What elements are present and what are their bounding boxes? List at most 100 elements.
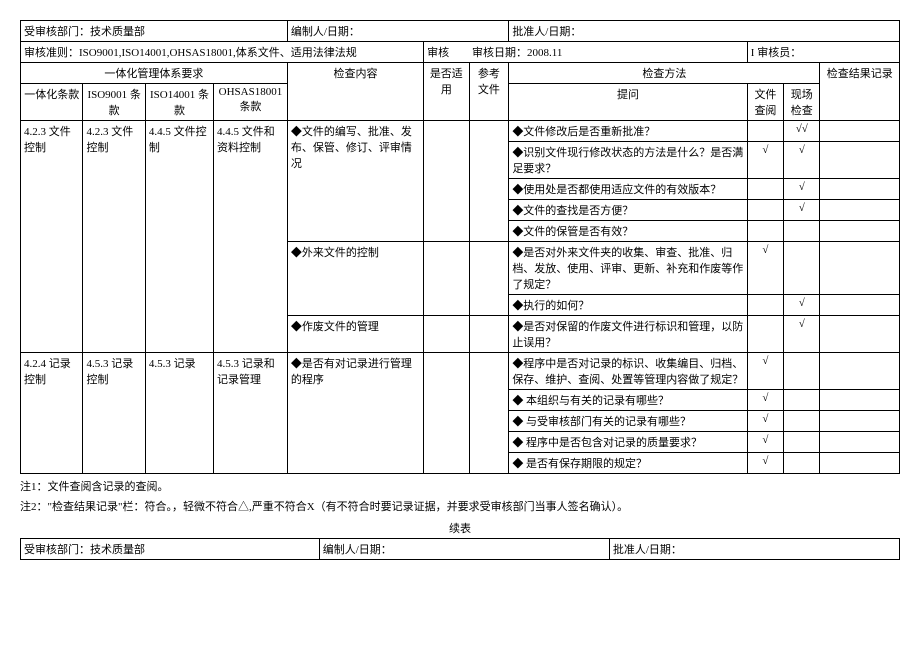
- docrev-cell: √: [747, 411, 783, 432]
- question-cell: ◆是否对保留的作废文件进行标识和管理，以防止误用？: [509, 316, 747, 353]
- question-cell: ◆执行的如何？: [509, 295, 747, 316]
- th-ref: 参考文件: [469, 63, 509, 121]
- clause-cell: 4.5.3 记录控制: [83, 353, 145, 474]
- result-cell: [820, 390, 900, 411]
- dept-cell: 受审核部门：技术质量部: [21, 21, 288, 42]
- dept-label: 受审核部门：: [24, 26, 90, 38]
- audit-date-value: 2008.11: [527, 47, 562, 59]
- question-cell: ◆使用处是否都使用适应文件的有效版本？: [509, 179, 747, 200]
- site-cell: √: [784, 179, 820, 200]
- th-result: 检查结果记录: [820, 63, 900, 121]
- docrev-cell: √: [747, 142, 783, 179]
- th-group1: 一体化管理体系要求: [21, 63, 288, 84]
- content-cell: ◆作废文件的管理: [287, 316, 423, 353]
- site-cell: [784, 411, 820, 432]
- criteria-label: 审核准则：: [24, 47, 79, 59]
- th-apply: 是否适用: [424, 63, 469, 121]
- th-int: 一体化条款: [21, 84, 83, 121]
- footer-preparer: 编制人/日期：: [319, 539, 609, 560]
- question-cell: ◆ 与受审核部门有关的记录有哪些？: [509, 411, 747, 432]
- docrev-cell: √: [747, 390, 783, 411]
- site-cell: √: [784, 200, 820, 221]
- audit-mid: 审核: [424, 42, 469, 63]
- docrev-cell: [747, 121, 783, 142]
- result-cell: [820, 142, 900, 179]
- result-cell: [820, 316, 900, 353]
- clause-cell: 4.2.3 文件控制: [21, 121, 83, 353]
- clause-cell: 4.4.5 文件控制: [145, 121, 213, 353]
- site-cell: [784, 453, 820, 474]
- ref-cell: [469, 316, 509, 353]
- site-cell: [784, 353, 820, 390]
- footer-dept: 受审核部门：技术质量部: [21, 539, 320, 560]
- approver-cell: 批准人/日期：: [509, 21, 900, 42]
- question-cell: ◆程序中是否对记录的标识、收集编目、归档、保存、维护、查阅、处置等管理内容做了规…: [509, 353, 747, 390]
- th-group2: 检查方法: [509, 63, 820, 84]
- ref-cell: [469, 121, 509, 242]
- preparer-label: 编制人/日期：: [291, 26, 360, 38]
- th-content: 检查内容: [287, 63, 423, 121]
- docrev-cell: [747, 295, 783, 316]
- clause-cell: 4.5.3 记录: [145, 353, 213, 474]
- approver-label: 批准人/日期：: [512, 26, 581, 38]
- docrev-cell: [747, 200, 783, 221]
- dept-value: 技术质量部: [90, 26, 145, 38]
- result-cell: [820, 453, 900, 474]
- result-cell: [820, 179, 900, 200]
- docrev-cell: [747, 221, 783, 242]
- site-cell: √: [784, 295, 820, 316]
- audit-date-label: 审核日期：: [472, 47, 527, 59]
- ref-cell: [469, 353, 509, 474]
- ref-cell: [469, 242, 509, 316]
- result-cell: [820, 432, 900, 453]
- clause-cell: 4.5.3 记录和记录管理: [214, 353, 288, 474]
- site-cell: √√: [784, 121, 820, 142]
- clause-cell: 4.2.3 文件控制: [83, 121, 145, 353]
- site-cell: √: [784, 316, 820, 353]
- table-body: 4.2.3 文件控制4.2.3 文件控制4.4.5 文件控制4.4.5 文件和资…: [21, 121, 900, 474]
- th-iso14: ISO14001 条款: [145, 84, 213, 121]
- footer-approver: 批准人/日期：: [609, 539, 899, 560]
- site-cell: [784, 432, 820, 453]
- auditor-cell: I 审核员：: [747, 42, 899, 63]
- apply-cell: [424, 242, 469, 316]
- content-cell: ◆是否有对记录进行管理的程序: [287, 353, 423, 474]
- content-cell: ◆文件的编写、批准、发布、保管、修订、评审情况: [287, 121, 423, 242]
- result-cell: [820, 353, 900, 390]
- note2: 注2："检查结果记录"栏：符合。，轻微不符合△,严重不符合X（有不符合时要记录证…: [20, 498, 900, 514]
- criteria-value: ISO9001,ISO14001,OHSAS18001,体系文件、适用法律法规: [79, 47, 357, 59]
- result-cell: [820, 121, 900, 142]
- docrev-cell: [747, 316, 783, 353]
- footer-table: 受审核部门：技术质量部 编制人/日期： 批准人/日期：: [20, 538, 900, 560]
- auditor-label: 审核员：: [757, 47, 801, 59]
- auditor-prefix: I: [751, 47, 755, 59]
- docrev-cell: √: [747, 453, 783, 474]
- clause-cell: 4.4.5 文件和资料控制: [214, 121, 288, 353]
- docrev-cell: [747, 179, 783, 200]
- content-cell: ◆外来文件的控制: [287, 242, 423, 316]
- th-iso9: ISO9001 条款: [83, 84, 145, 121]
- header-table: 受审核部门：技术质量部 编制人/日期： 批准人/日期： 审核准则：ISO9001…: [20, 20, 900, 474]
- docrev-cell: √: [747, 353, 783, 390]
- question-cell: ◆文件修改后是否重新批准？: [509, 121, 747, 142]
- site-cell: [784, 221, 820, 242]
- question-cell: ◆ 本组织与有关的记录有哪些？: [509, 390, 747, 411]
- audit-date-cell: 审核日期：2008.11: [469, 42, 747, 63]
- site-cell: √: [784, 142, 820, 179]
- apply-cell: [424, 353, 469, 474]
- site-cell: [784, 242, 820, 295]
- clause-cell: 4.2.4 记录控制: [21, 353, 83, 474]
- result-cell: [820, 221, 900, 242]
- result-cell: [820, 200, 900, 221]
- criteria-cell: 审核准则：ISO9001,ISO14001,OHSAS18001,体系文件、适用…: [21, 42, 424, 63]
- docrev-cell: √: [747, 242, 783, 295]
- table-row: 4.2.4 记录控制4.5.3 记录控制4.5.3 记录4.5.3 记录和记录管…: [21, 353, 900, 390]
- docrev-cell: √: [747, 432, 783, 453]
- result-cell: [820, 242, 900, 295]
- question-cell: ◆文件的保管是否有效？: [509, 221, 747, 242]
- result-cell: [820, 295, 900, 316]
- question-cell: ◆ 是否有保存期限的规定？: [509, 453, 747, 474]
- preparer-cell: 编制人/日期：: [287, 21, 508, 42]
- apply-cell: [424, 121, 469, 242]
- question-cell: ◆ 程序中是否包含对记录的质量要求？: [509, 432, 747, 453]
